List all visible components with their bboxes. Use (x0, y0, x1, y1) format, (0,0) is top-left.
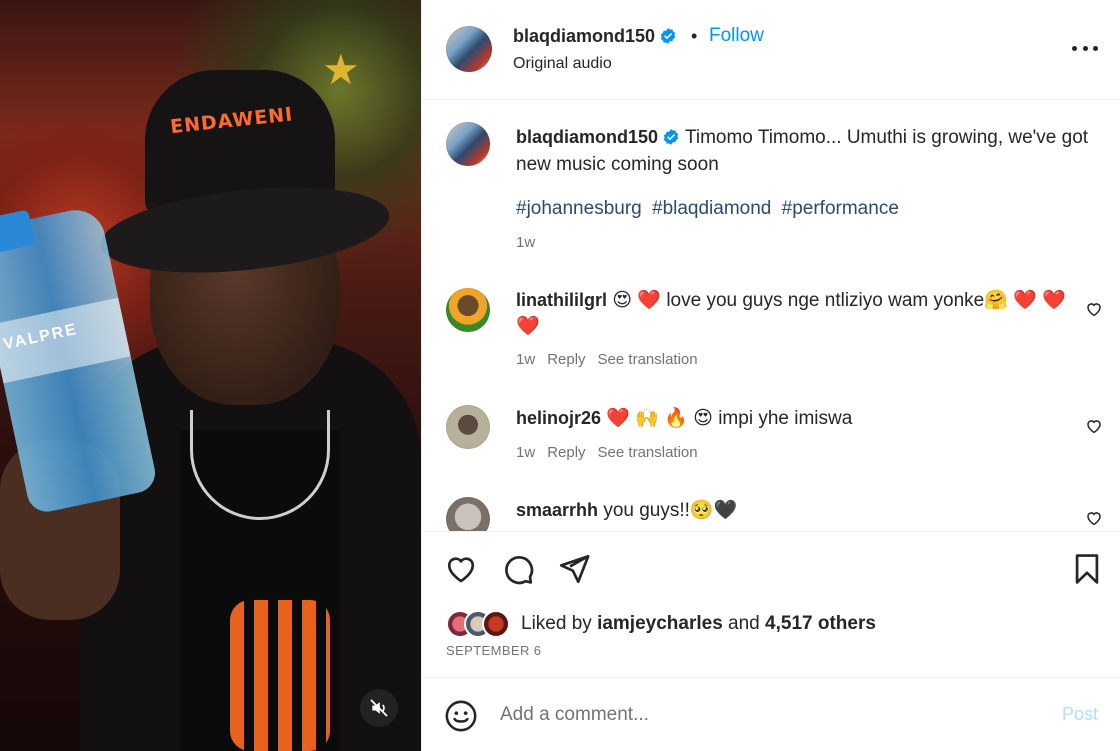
comment-text: ❤️ 🙌 🔥 😍 impi yhe imiswa (606, 408, 853, 429)
comment-like-heart-icon[interactable] (1085, 300, 1103, 318)
comment-item: smaarrhh you guys!!🥺🖤 (516, 497, 1076, 524)
media-shirt-print (230, 600, 330, 751)
likes-count-link[interactable]: 4,517 others (765, 613, 876, 634)
commenter-avatar[interactable] (446, 405, 490, 449)
post-media[interactable]: ★ ENDAWENI VALPRE (0, 0, 421, 751)
media-hat: ENDAWENI (96, 70, 394, 285)
comment-text: you guys!!🥺🖤 (603, 500, 738, 521)
comment-username[interactable]: helinojr26 (516, 408, 601, 428)
speaker-muted-icon (370, 699, 388, 717)
reply-button[interactable]: Reply (547, 444, 585, 461)
bookmark-icon[interactable] (1070, 552, 1104, 586)
post-header: blaqdiamond150 • Follow Original audio (422, 0, 1120, 100)
post-panel: blaqdiamond150 • Follow Original audio b… (421, 0, 1120, 751)
reply-button[interactable]: Reply (547, 351, 585, 368)
comment-item: helinojr26 ❤️ 🙌 🔥 😍 impi yhe imiswa (516, 405, 1076, 432)
comment-username[interactable]: linathililgrl (516, 290, 607, 310)
commenter-avatar[interactable] (446, 288, 490, 332)
comment-composer: Post (422, 677, 1120, 751)
author-username[interactable]: blaqdiamond150 (513, 26, 655, 46)
audio-label[interactable]: Original audio (513, 55, 612, 73)
liked-by-avatars[interactable] (446, 610, 516, 638)
comment-like-heart-icon[interactable] (1085, 509, 1103, 527)
caption-time: 1w (516, 234, 536, 251)
hashtag-link[interactable]: #johannesburg (516, 198, 642, 219)
caption-username[interactable]: blaqdiamond150 (516, 127, 658, 147)
comment-icon[interactable] (501, 552, 535, 586)
see-translation-link[interactable]: See translation (598, 351, 698, 368)
emoji-icon[interactable] (444, 699, 478, 733)
liked-by-prefix: Liked by (521, 613, 592, 634)
share-icon[interactable] (557, 552, 591, 586)
heart-icon[interactable] (444, 552, 478, 586)
post-actions: Liked by iamjeycharles and 4,517 others … (422, 531, 1120, 677)
author-avatar[interactable] (446, 26, 492, 72)
mute-button[interactable] (360, 689, 398, 727)
author-username-row: blaqdiamond150 (513, 26, 677, 47)
comment-time: 1w (516, 351, 536, 368)
comment-meta: 1w Reply See translation (516, 444, 698, 461)
comment-input[interactable] (500, 700, 1040, 730)
hashtag-link[interactable]: #performance (782, 198, 899, 219)
comment-username[interactable]: smaarrhh (516, 500, 598, 520)
caption-author-avatar[interactable] (446, 122, 490, 166)
caption-hashtags: #johannesburg #blaqdiamond #performance (516, 198, 904, 220)
likes-summary: Liked by iamjeycharles and 4,517 others (521, 613, 876, 635)
post-date[interactable]: SEPTEMBER 6 (446, 643, 541, 658)
verified-badge-icon (660, 28, 676, 44)
comment-item: linathililgrl 😍 ❤️ love you guys nge ntl… (516, 287, 1076, 340)
more-options-icon[interactable] (1072, 36, 1098, 60)
header-separator: • (691, 26, 698, 46)
liked-by-user[interactable]: iamjeycharles (597, 613, 723, 634)
comment-time: 1w (516, 444, 536, 461)
hashtag-link[interactable]: #blaqdiamond (652, 198, 771, 219)
follow-button[interactable]: Follow (709, 25, 764, 47)
verified-badge-icon (663, 129, 679, 145)
comment-meta: 1w Reply See translation (516, 351, 698, 368)
caption: blaqdiamond150 Timomo Timomo... Umuthi i… (516, 124, 1096, 178)
comments-section[interactable]: blaqdiamond150 Timomo Timomo... Umuthi i… (422, 101, 1120, 531)
bottle-label: VALPRE (0, 297, 131, 384)
post-button[interactable]: Post (1062, 704, 1098, 725)
liked-by-and: and (728, 613, 760, 634)
see-translation-link[interactable]: See translation (598, 444, 698, 461)
comment-like-heart-icon[interactable] (1085, 417, 1103, 435)
commenter-avatar[interactable] (446, 497, 490, 531)
